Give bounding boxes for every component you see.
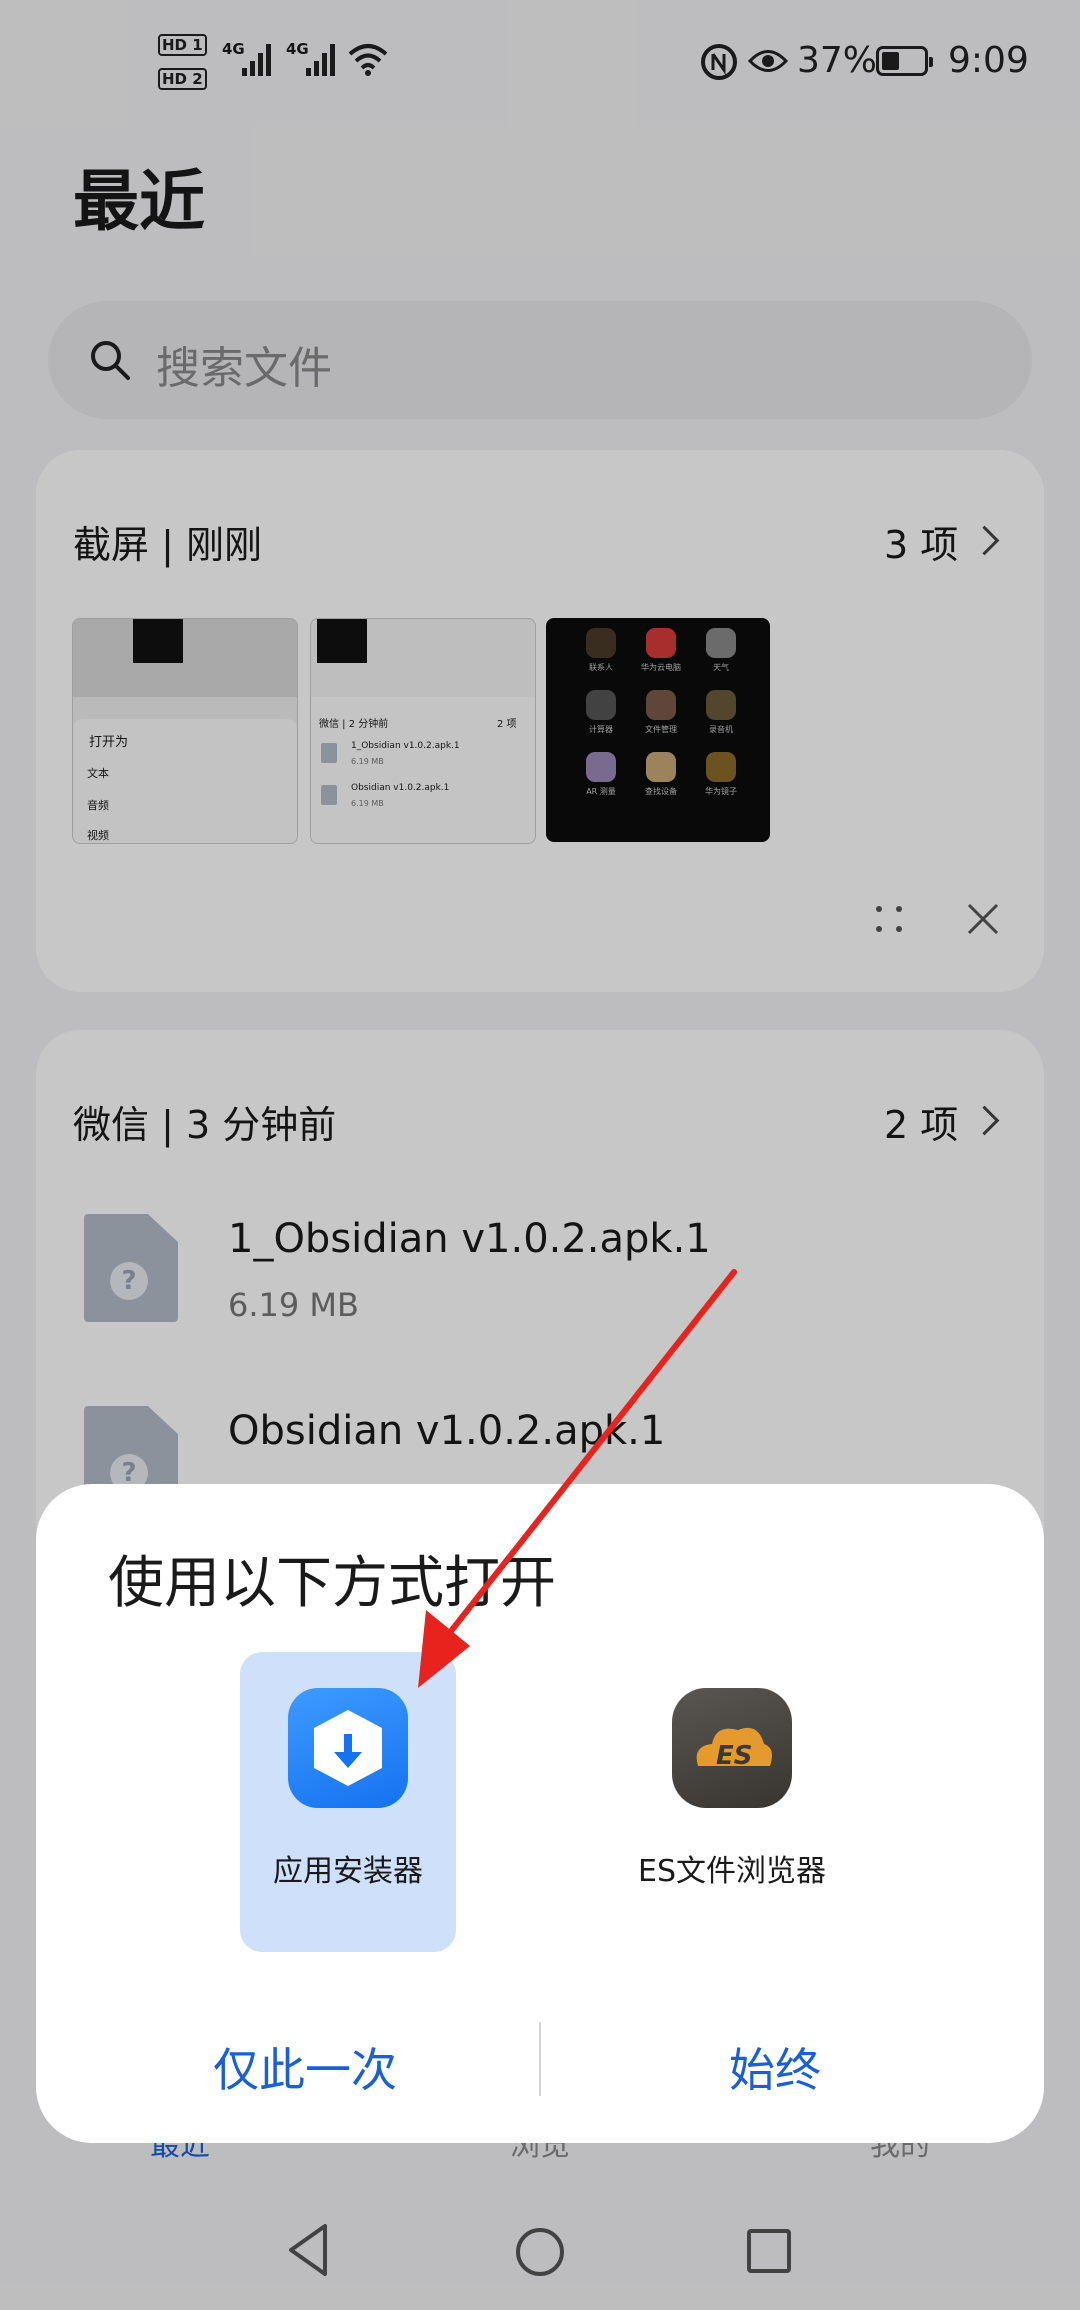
dialog-title: 使用以下方式打开 xyxy=(108,1551,556,1616)
svg-text:ES: ES xyxy=(716,1741,753,1771)
app-installer-label: 应用安装器 xyxy=(273,1854,423,1889)
button-divider xyxy=(539,2022,541,2096)
just-once-button[interactable]: 仅此一次 xyxy=(120,2034,490,2100)
always-button[interactable]: 始终 xyxy=(590,2034,960,2100)
es-file-explorer-icon: ES xyxy=(672,1688,792,1808)
es-file-explorer-label: ES文件浏览器 xyxy=(638,1854,826,1889)
app-installer-icon xyxy=(288,1688,408,1808)
